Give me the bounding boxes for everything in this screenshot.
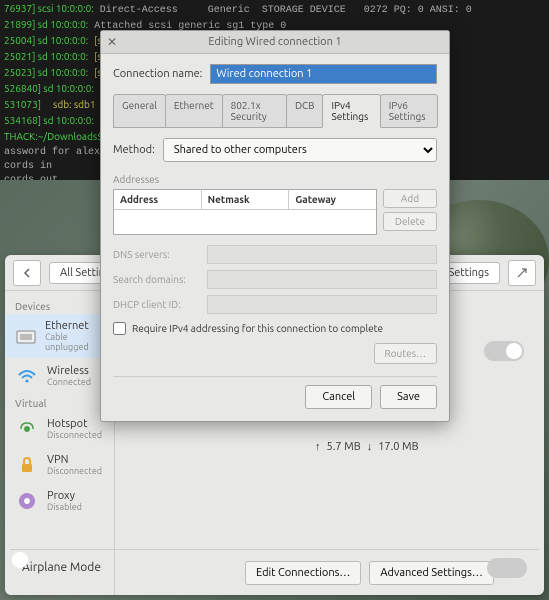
ethernet-toggle[interactable]	[484, 341, 524, 361]
tab-8021x[interactable]: 802.1x Security	[222, 94, 287, 127]
sidebar-section-devices: Devices	[5, 297, 114, 314]
back-button[interactable]	[13, 260, 41, 286]
sidebar-item-status: Cable unplugged	[45, 332, 104, 352]
addresses-table[interactable]: Address Netmask Gateway	[113, 189, 377, 235]
sidebar-item-status: Disconnected	[47, 430, 102, 440]
tab-general[interactable]: General	[113, 94, 166, 127]
dhcp-client-label: DHCP client ID:	[113, 299, 199, 310]
sidebar-item-wireless[interactable]: WirelessConnected	[5, 358, 114, 394]
dns-input[interactable]	[207, 245, 437, 264]
search-domains-input[interactable]	[207, 270, 437, 289]
maximize-button[interactable]	[508, 260, 536, 286]
ethernet-icon	[15, 324, 37, 348]
sidebar-item-label: VPN	[47, 454, 102, 466]
airplane-mode-label: Airplane Mode	[22, 561, 101, 574]
download-value: 17.0 MB	[378, 441, 418, 453]
close-icon[interactable]: ✕	[107, 35, 117, 49]
upload-value: 5.7 MB	[327, 441, 361, 453]
sidebar-item-label: Ethernet	[45, 320, 104, 332]
dns-label: DNS servers:	[113, 249, 199, 260]
search-domains-label: Search domains:	[113, 274, 199, 285]
sidebar-item-label: Proxy	[47, 490, 82, 502]
require-ipv4-checkbox[interactable]	[113, 322, 126, 335]
column-netmask: Netmask	[202, 190, 290, 209]
sidebar-item-status: Connected	[47, 377, 91, 387]
cancel-button[interactable]: Cancel	[305, 385, 372, 409]
edit-connection-dialog: ✕ Editing Wired connection 1 Connection …	[100, 30, 450, 422]
tab-ipv4[interactable]: IPv4 Settings	[322, 94, 380, 128]
sidebar-item-proxy[interactable]: ProxyDisabled	[5, 483, 114, 519]
sidebar-item-ethernet[interactable]: EthernetCable unplugged	[5, 314, 114, 358]
add-address-button[interactable]: Add	[383, 189, 437, 208]
upload-arrow-icon: ↑	[315, 441, 321, 453]
sidebar-item-status: Disconnected	[47, 466, 102, 476]
sidebar-item-status: Disabled	[47, 502, 82, 512]
routes-button[interactable]: Routes…	[374, 343, 438, 364]
hotspot-icon	[15, 417, 39, 441]
traffic-stats: ↑ 5.7 MB ↓ 17.0 MB	[315, 441, 419, 453]
method-select[interactable]: Shared to other computers	[163, 138, 437, 162]
tab-ethernet[interactable]: Ethernet	[165, 94, 223, 127]
require-ipv4-label: Require IPv4 addressing for this connect…	[132, 323, 383, 334]
download-arrow-icon: ↓	[367, 441, 373, 453]
column-gateway: Gateway	[289, 190, 376, 209]
sidebar-item-label: Hotspot	[47, 418, 102, 430]
addresses-label: Addresses	[113, 174, 437, 185]
delete-address-button[interactable]: Delete	[383, 212, 437, 231]
dialog-title: Editing Wired connection 1	[109, 36, 441, 48]
connection-name-input[interactable]	[210, 64, 437, 84]
proxy-icon	[15, 489, 39, 513]
sidebar-section-virtual: Virtual	[5, 394, 114, 411]
sidebar-item-vpn[interactable]: VPNDisconnected	[5, 447, 114, 483]
tabs: General Ethernet 802.1x Security DCB IPv…	[113, 94, 437, 128]
tab-ipv6[interactable]: IPv6 Settings	[380, 94, 438, 127]
connection-name-label: Connection name:	[113, 68, 202, 80]
airplane-mode-toggle[interactable]	[487, 558, 527, 578]
sidebar-item-label: Wireless	[47, 365, 91, 377]
method-label: Method:	[113, 144, 155, 156]
sidebar-item-hotspot[interactable]: HotspotDisconnected	[5, 411, 114, 447]
column-address: Address	[114, 190, 202, 209]
tab-dcb[interactable]: DCB	[286, 94, 324, 127]
wifi-icon	[15, 364, 39, 388]
lock-icon	[15, 453, 39, 477]
dhcp-client-input[interactable]	[207, 295, 437, 314]
save-button[interactable]: Save	[380, 385, 437, 409]
